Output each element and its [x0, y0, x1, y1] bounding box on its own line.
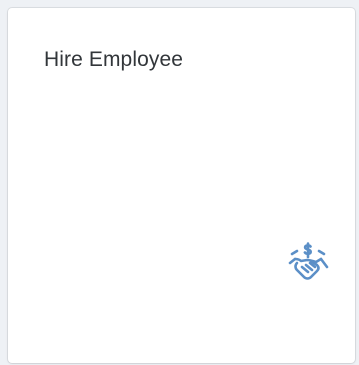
launchpad-viewport: Hire Employee — [0, 0, 359, 365]
handshake-money-icon — [280, 234, 334, 294]
tile-title: Hire Employee — [44, 48, 184, 71]
hire-employee-tile[interactable]: Hire Employee — [8, 8, 355, 363]
